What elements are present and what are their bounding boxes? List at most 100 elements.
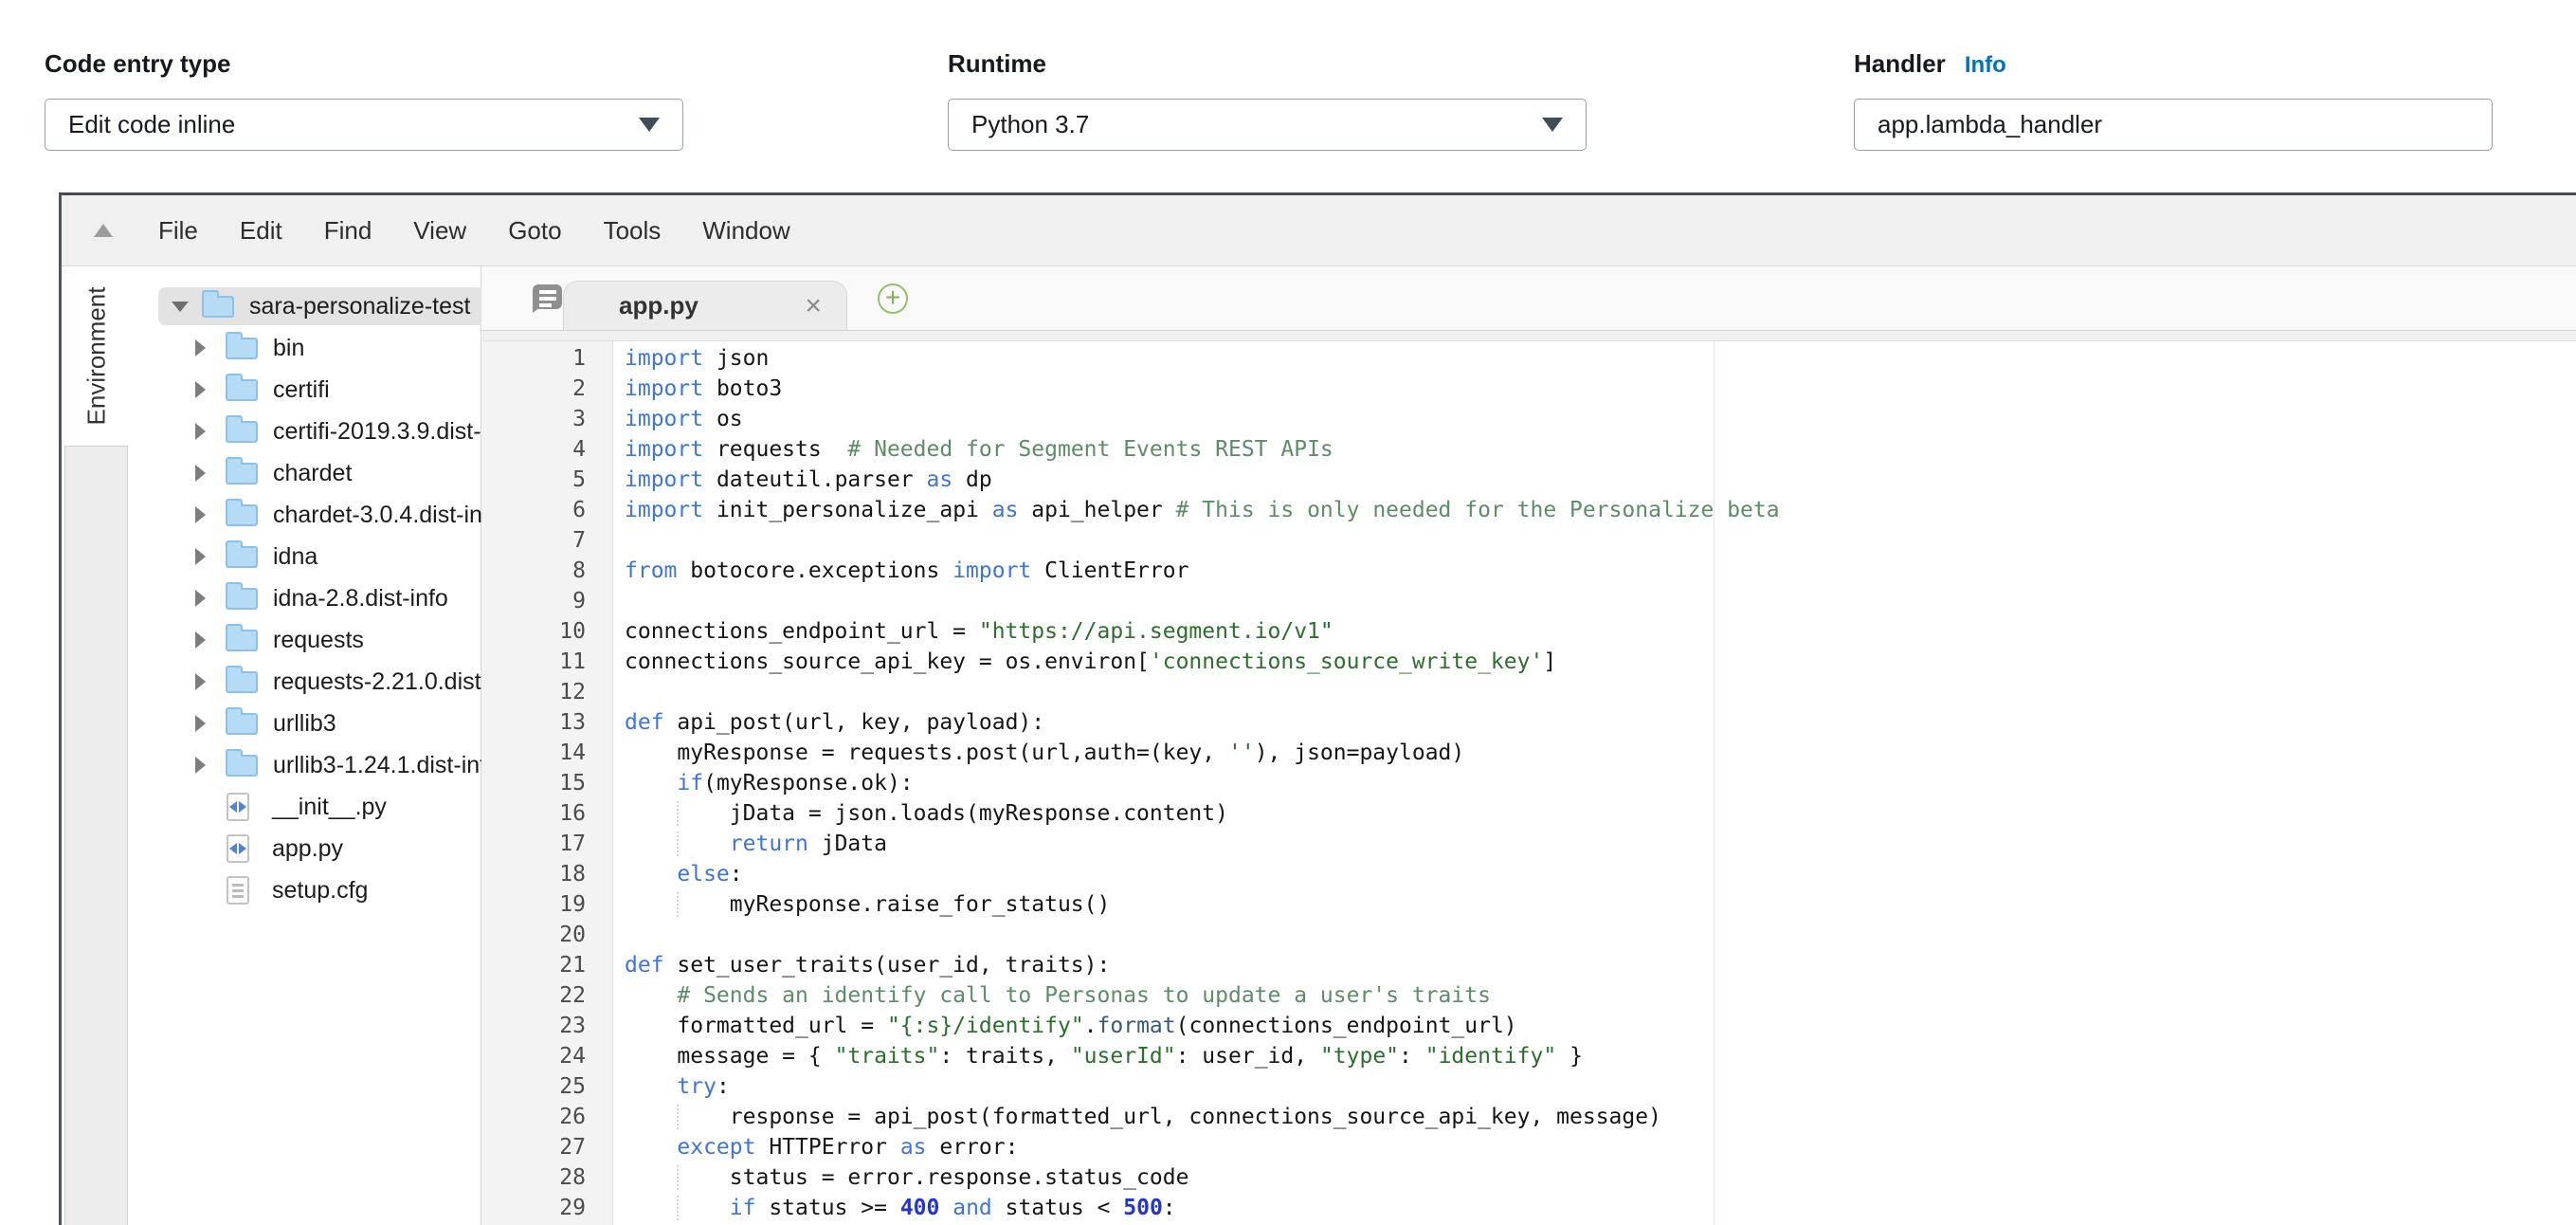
handler-info-link[interactable]: Info	[1965, 52, 2006, 79]
config-file-icon	[227, 876, 249, 905]
code-line-1: import json	[625, 343, 2576, 374]
chevron-down-icon[interactable]	[172, 302, 189, 312]
line-number: 3	[481, 404, 586, 434]
lambda-code-editor-page: Code entry type Edit code inline Runtime…	[0, 0, 2576, 1225]
code-line-9	[625, 586, 2576, 616]
tree-folder-label: urllib3	[273, 710, 336, 738]
folder-icon	[226, 379, 258, 401]
dropdown-arrow-icon	[639, 118, 660, 132]
chevron-right-icon[interactable]	[195, 465, 206, 482]
folder-icon	[226, 421, 258, 443]
code-line-11: connections_source_api_key = os.environ[…	[625, 647, 2576, 677]
environment-tab-label: Environment	[82, 287, 111, 426]
handler-field: Handler Info app.lambda_handler	[1854, 49, 2493, 151]
tree-folder-label: bin	[273, 335, 304, 362]
code-line-5: import dateutil.parser as dp	[625, 465, 2576, 495]
line-number: 23	[481, 1011, 586, 1041]
code-line-25: try:	[625, 1071, 2576, 1102]
editor-main: app.py × + 12345678910111213141516171819…	[481, 266, 2576, 1225]
indent-guide	[677, 1196, 679, 1220]
tree-row-folder-requests[interactable]: requests	[131, 619, 481, 661]
code-line-20	[625, 920, 2576, 950]
tree-folder-label: certifi	[273, 376, 330, 404]
code-line-3: import os	[625, 404, 2576, 434]
tree-row-folder-urllib3-1.24.1.dist-info[interactable]: urllib3-1.24.1.dist-info	[131, 744, 481, 786]
code-line-13: def api_post(url, key, payload):	[625, 707, 2576, 738]
tree-row-file-app.py[interactable]: app.py	[131, 828, 481, 869]
line-number: 6	[481, 495, 586, 525]
close-tab-icon[interactable]: ×	[805, 290, 822, 322]
tab-label: app.py	[619, 291, 698, 320]
tree-row-folder-chardet[interactable]: chardet	[131, 452, 481, 494]
line-number: 15	[481, 768, 586, 798]
tab-list-icon[interactable]	[527, 283, 563, 315]
handler-input[interactable]: app.lambda_handler	[1854, 99, 2493, 151]
code-line-26: response = api_post(formatted_url, conne…	[625, 1102, 2576, 1132]
code-line-7	[625, 525, 2576, 556]
tree-row-folder-certifi-2019.3.9.dist-info[interactable]: certifi-2019.3.9.dist-info	[131, 411, 481, 452]
tree-row-file-setup.cfg[interactable]: setup.cfg	[131, 869, 481, 911]
chevron-right-icon[interactable]	[195, 548, 206, 565]
runtime-value: Python 3.7	[971, 110, 1089, 139]
indent-guide	[677, 892, 679, 917]
tree-file-label: app.py	[272, 835, 343, 863]
menu-window[interactable]: Window	[702, 216, 789, 246]
menu-goto[interactable]: Goto	[508, 216, 561, 246]
indent-guide	[677, 1105, 679, 1129]
tab-app-py[interactable]: app.py ×	[563, 281, 847, 330]
chevron-right-icon[interactable]	[195, 673, 206, 690]
tree-row-folder-idna[interactable]: idna	[131, 536, 481, 577]
tree-row-root[interactable]: sara-personalize-test	[131, 285, 481, 327]
code-line-24: message = { "traits": traits, "userId": …	[625, 1041, 2576, 1071]
tree-row-folder-requests-2.21.0.dist-info[interactable]: requests-2.21.0.dist-info	[131, 661, 481, 703]
chevron-right-icon[interactable]	[195, 423, 206, 440]
line-number: 19	[481, 889, 586, 920]
menu-edit[interactable]: Edit	[240, 216, 282, 246]
folder-icon	[226, 504, 258, 526]
chevron-right-icon[interactable]	[195, 381, 206, 398]
python-file-icon	[227, 793, 249, 821]
runtime-field: Runtime Python 3.7	[948, 49, 1587, 151]
chevron-right-icon[interactable]	[195, 757, 206, 774]
code-lines[interactable]: import jsonimport boto3import osimport r…	[613, 341, 2576, 1225]
line-number: 24	[481, 1041, 586, 1071]
code-line-10: connections_endpoint_url = "https://api.…	[625, 616, 2576, 647]
menu-view[interactable]: View	[413, 216, 466, 246]
tree-root-label: sara-personalize-test	[249, 293, 470, 320]
file-tree: sara-personalize-test bin certifi certifi-…	[131, 266, 481, 1225]
tree-row-folder-idna-2.8.dist-info[interactable]: idna-2.8.dist-info	[131, 577, 481, 619]
chevron-right-icon[interactable]	[195, 631, 206, 649]
new-tab-button[interactable]: +	[878, 283, 908, 314]
folder-icon	[226, 755, 258, 777]
code-entry-type-select[interactable]: Edit code inline	[45, 99, 683, 151]
menu-find[interactable]: Find	[324, 216, 372, 246]
dock-background	[64, 446, 128, 1225]
tree-file-label: __init__.py	[272, 794, 387, 821]
code-line-17: return jData	[625, 829, 2576, 859]
editor-body: Environment sara-personalize-test bin cer…	[62, 266, 2576, 1225]
tree-row-folder-bin[interactable]: bin	[131, 327, 481, 369]
line-number: 9	[481, 586, 586, 616]
tree-files: __init__.py app.py setup.cfg	[131, 786, 481, 911]
menu-file[interactable]: File	[158, 216, 198, 246]
code-line-19: myResponse.raise_for_status()	[625, 889, 2576, 920]
tree-folder-label: idna	[273, 543, 317, 571]
chevron-right-icon[interactable]	[195, 339, 206, 357]
line-number: 2	[481, 374, 586, 404]
tree-row-folder-chardet-3.0.4.dist-info[interactable]: chardet-3.0.4.dist-info	[131, 494, 481, 536]
tree-row-folder-certifi[interactable]: certifi	[131, 369, 481, 411]
line-number: 16	[481, 798, 586, 829]
tree-row-file-__init__.py[interactable]: __init__.py	[131, 786, 481, 828]
code-editor[interactable]: 1234567891011121314151617181920212223242…	[481, 341, 2576, 1225]
tree-folder-label: requests	[273, 627, 364, 654]
folder-icon	[226, 546, 258, 568]
menu-bar-items: File Edit Find View Goto Tools Window	[158, 216, 832, 246]
menu-tools[interactable]: Tools	[604, 216, 662, 246]
chevron-right-icon[interactable]	[195, 715, 206, 732]
chevron-right-icon[interactable]	[195, 590, 206, 607]
environment-tab[interactable]: Environment	[62, 266, 131, 446]
runtime-select[interactable]: Python 3.7	[948, 99, 1587, 151]
collapse-editor-icon[interactable]	[94, 224, 113, 237]
chevron-right-icon[interactable]	[195, 506, 206, 523]
tree-row-folder-urllib3[interactable]: urllib3	[131, 703, 481, 744]
